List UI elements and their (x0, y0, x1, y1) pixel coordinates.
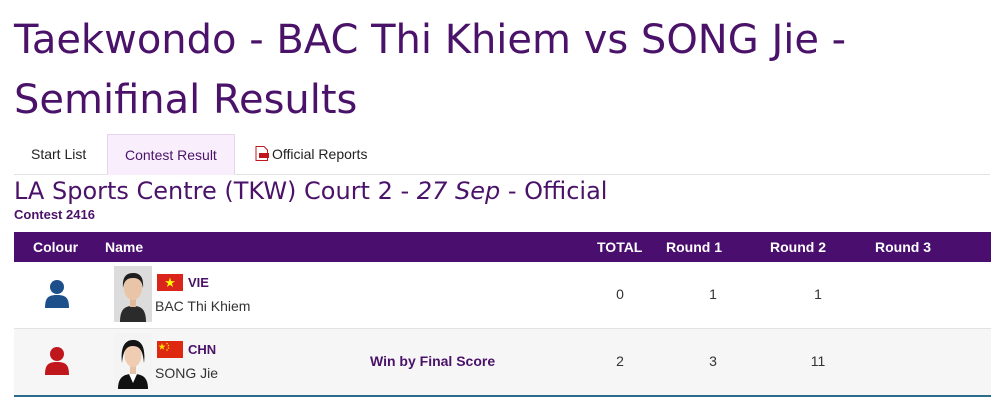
result-status: Win by Final Score (370, 353, 496, 369)
venue-date: 27 Sep (416, 177, 501, 205)
vietnam-flag-icon (157, 274, 183, 291)
round-2-score: 11 (810, 353, 826, 369)
header-round-1: Round 1 (666, 239, 722, 255)
header-colour: Colour (33, 239, 79, 255)
results-page: Taekwondo - BAC Thi Khiem vs SONG Jie - … (0, 0, 1000, 402)
tab-start-list[interactable]: Start List (14, 134, 103, 174)
venue-name: LA Sports Centre (TKW) Court 2 - (14, 177, 417, 205)
table-row: VIE BAC Thi Khiem 0 1 1 (14, 262, 991, 329)
red-corner-person-icon (44, 346, 70, 381)
table-row: CHN SONG Jie Win by Final Score 2 3 11 (14, 329, 991, 397)
tab-label: Official Reports (272, 146, 368, 162)
noc-code: CHN (188, 342, 217, 357)
noc-code: VIE (188, 275, 209, 290)
venue-heading: LA Sports Centre (TKW) Court 2 - 27 Sep … (14, 175, 607, 207)
header-round-2: Round 2 (770, 239, 826, 255)
china-flag-icon (157, 341, 183, 358)
table-header: Colour Name TOTAL Round 1 Round 2 Round … (14, 232, 991, 262)
round-1-score: 1 (709, 286, 717, 302)
athlete-name: BAC Thi Khiem (155, 298, 251, 314)
athlete-name: SONG Jie (155, 365, 219, 381)
total-score: 0 (616, 286, 624, 302)
header-name: Name (105, 239, 144, 255)
tab-official-reports[interactable]: Official Reports (238, 134, 384, 174)
pdf-icon (255, 136, 269, 176)
tab-contest-result[interactable]: Contest Result (107, 134, 235, 175)
total-score: 2 (616, 353, 624, 369)
venue-status: - Official (500, 177, 608, 205)
tab-bar: Start List Contest Result Official Repor… (14, 134, 990, 175)
round-1-score: 3 (709, 353, 717, 369)
athlete-photo (114, 333, 152, 389)
header-total: TOTAL (597, 239, 643, 255)
contest-number: Contest 2416 (14, 207, 95, 222)
page-title: Taekwondo - BAC Thi Khiem vs SONG Jie - … (14, 17, 847, 123)
round-2-score: 1 (814, 286, 822, 302)
results-table: Colour Name TOTAL Round 1 Round 2 Round … (14, 232, 991, 397)
header-round-3: Round 3 (875, 239, 931, 255)
tab-label: Contest Result (125, 147, 217, 163)
tab-label: Start List (31, 146, 87, 162)
athlete-photo (114, 266, 152, 322)
blue-corner-person-icon (44, 279, 70, 314)
